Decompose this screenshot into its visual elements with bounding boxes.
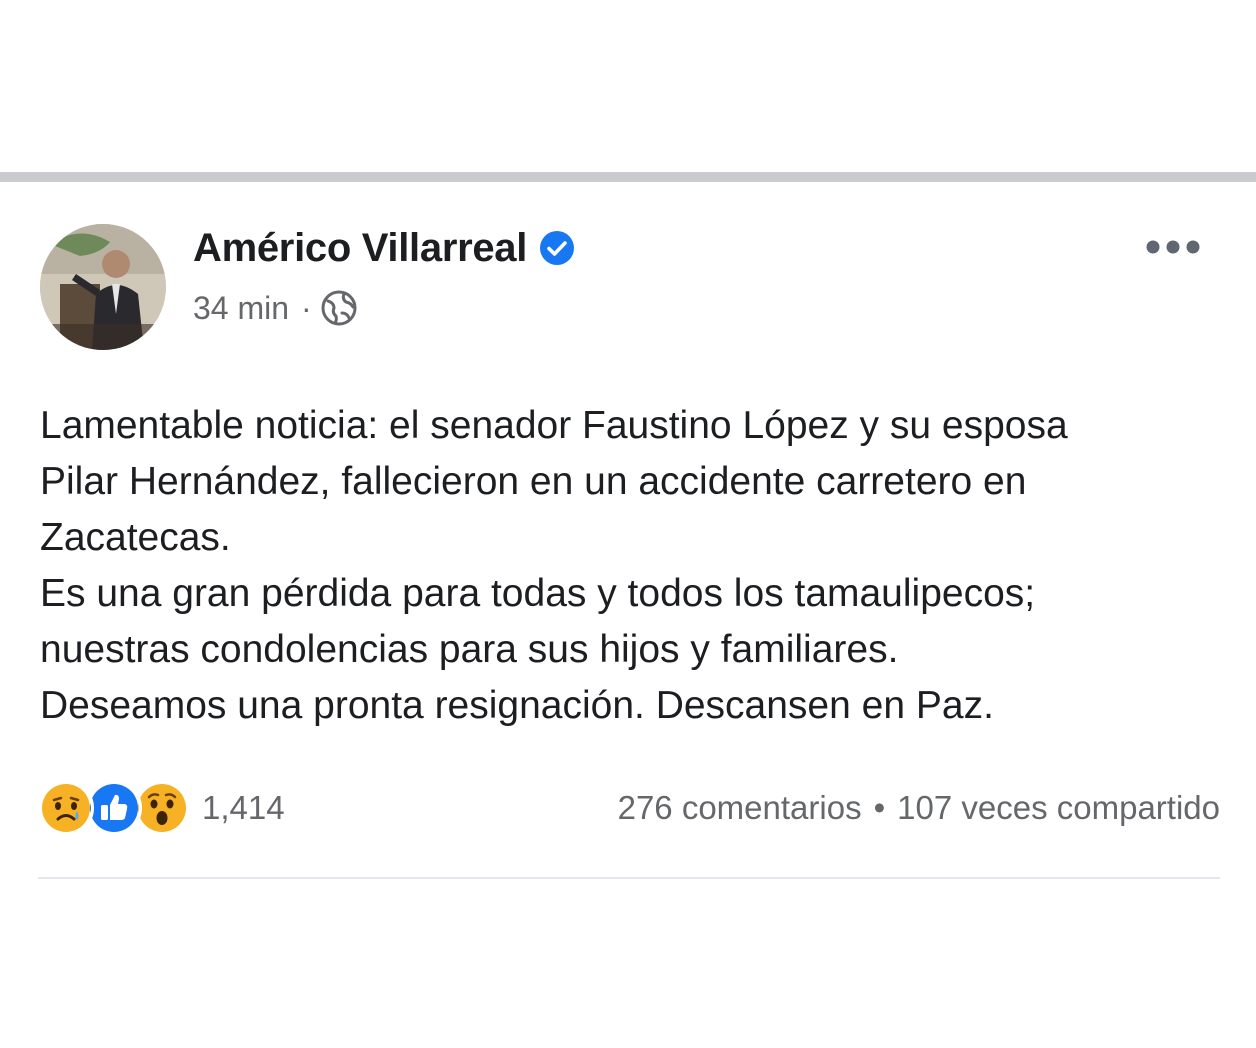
post-meta: 34 min · [193,286,358,330]
meta-separator: · [301,289,312,326]
author-name[interactable]: Américo Villarreal [193,226,527,271]
reaction-count: 1,414 [202,789,285,826]
verified-badge-icon [540,231,575,265]
more-options-icon[interactable] [1144,232,1202,262]
globe-icon [321,290,357,326]
post-time[interactable]: 34 min [193,290,289,327]
shares-count[interactable]: 107 veces compartido [897,789,1220,827]
avatar[interactable] [40,224,166,350]
comments-count[interactable]: 276 comentarios [618,789,862,827]
sad-reaction-icon [38,780,94,836]
feed-divider [0,172,1256,182]
like-reaction-icon [86,780,142,836]
reactions-summary[interactable]: 1,414 [38,780,285,836]
engagement-stats: 276 comentarios • 107 veces compartido [618,782,1220,834]
wow-reaction-icon [134,780,190,836]
author-row: Américo Villarreal [193,222,575,274]
top-blank-area [0,0,1256,172]
avatar-photo [40,224,166,350]
post-text: Lamentable noticia: el senador Faustino … [40,404,1068,727]
stats-separator: • [873,789,886,826]
actions-divider [38,877,1220,879]
